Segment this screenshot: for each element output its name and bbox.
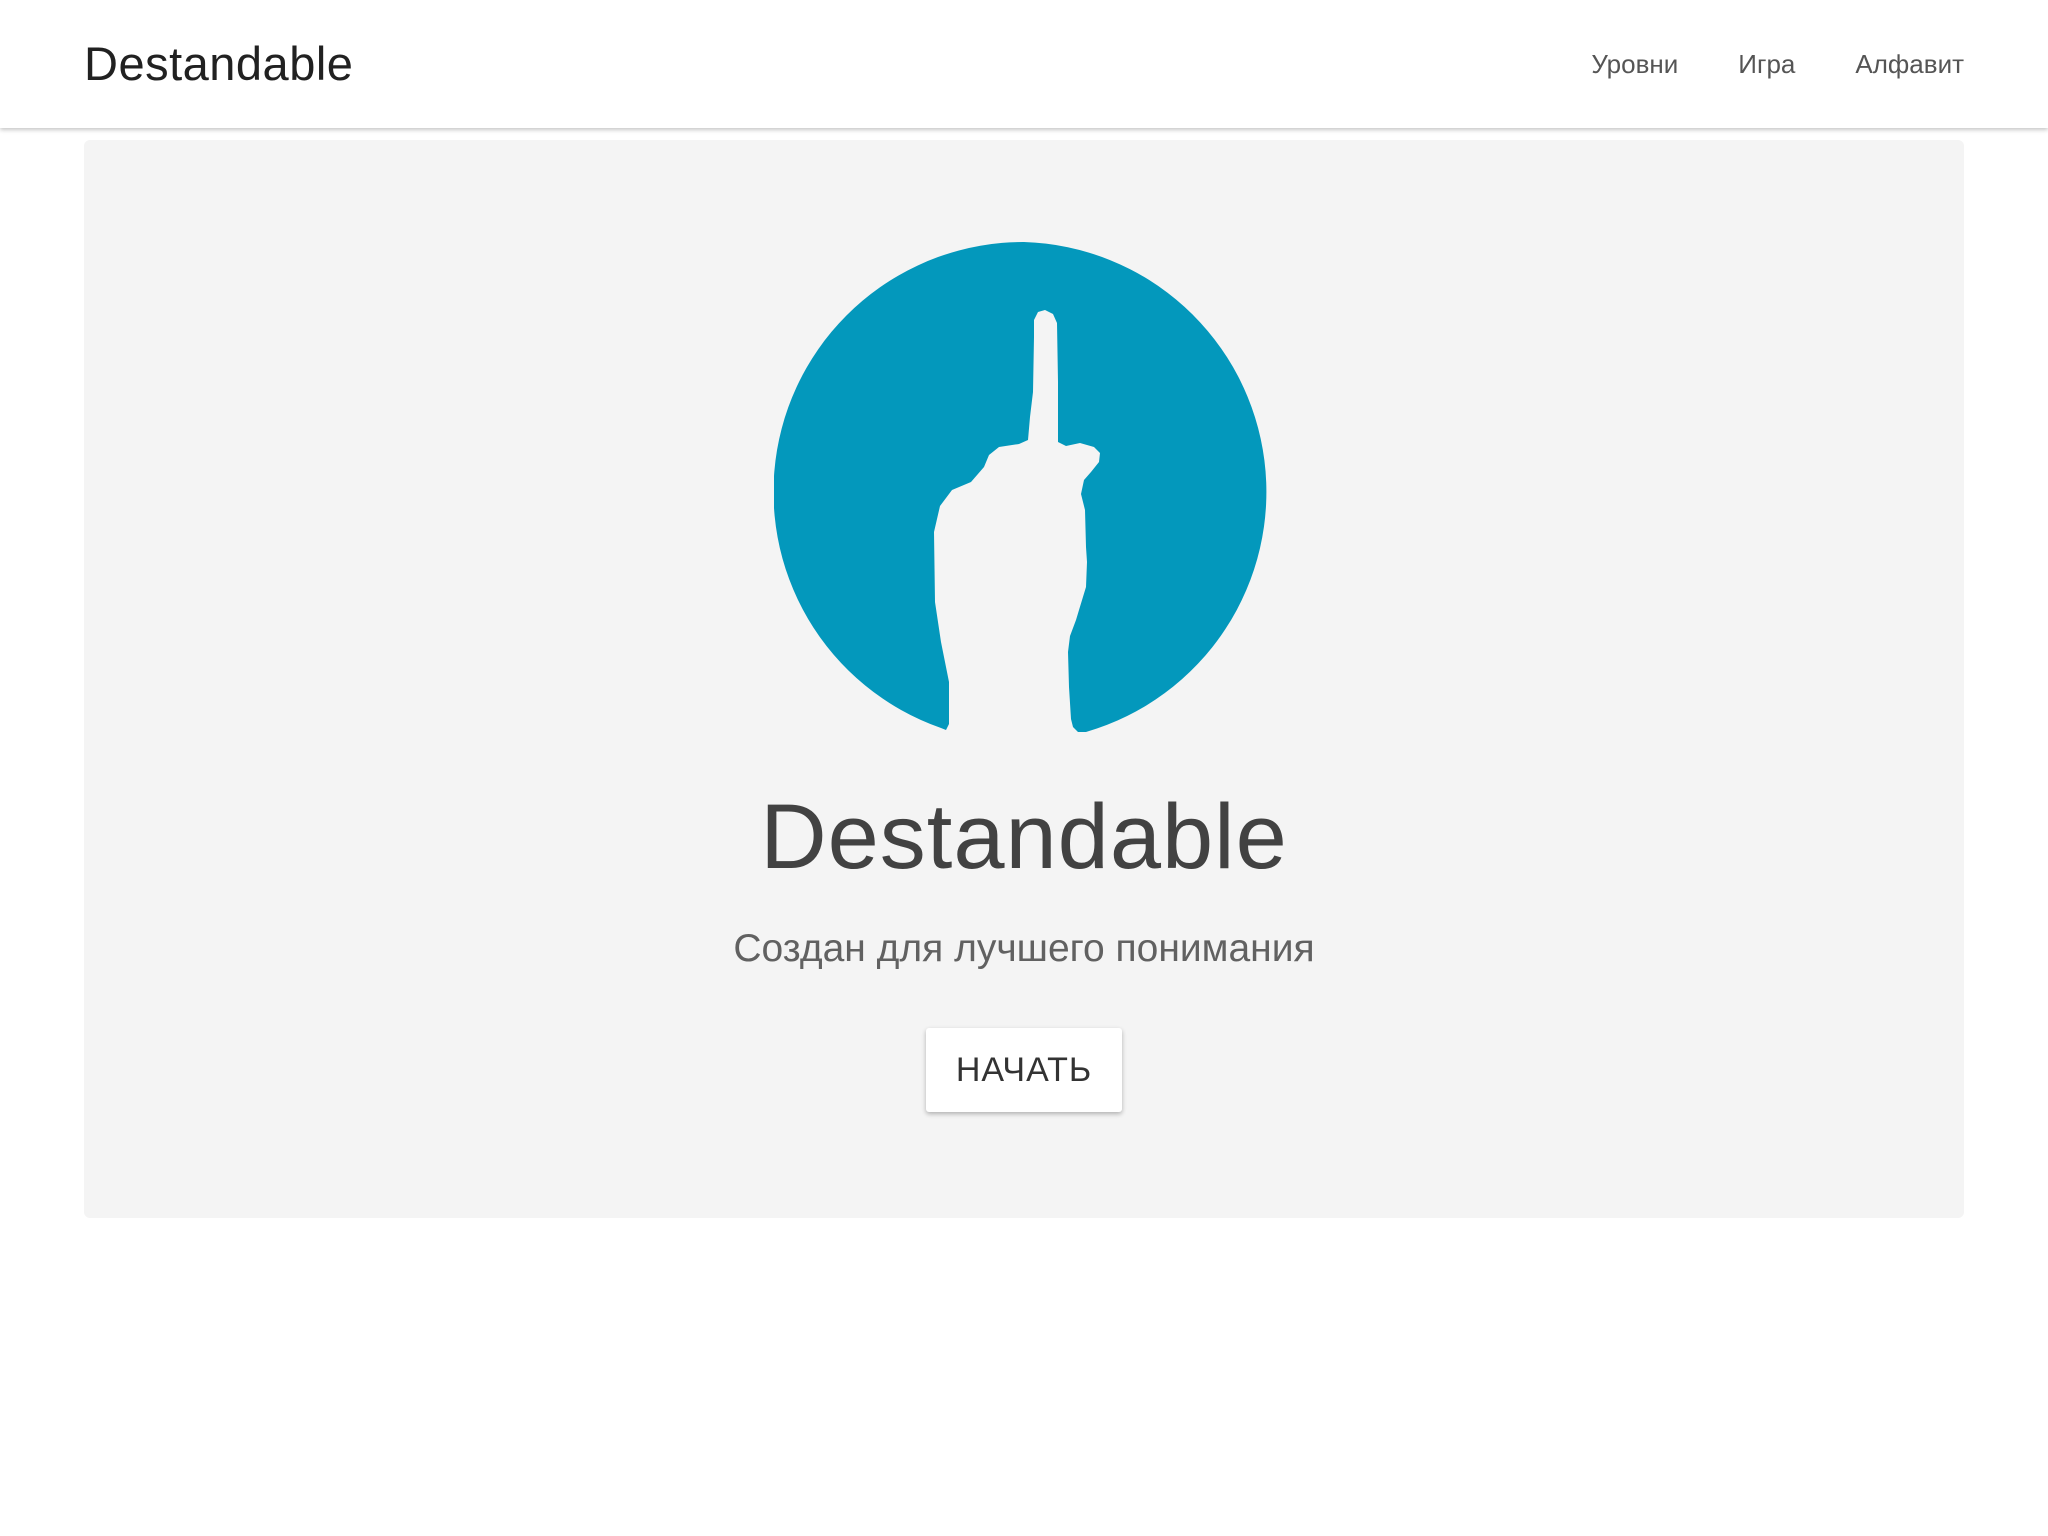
nav-link-game[interactable]: Игра (1738, 49, 1795, 80)
start-button[interactable]: НАЧАТЬ (926, 1028, 1122, 1112)
nav-link-alphabet[interactable]: Алфавит (1855, 49, 1964, 80)
top-navbar: Destandable Уровни Игра Алфавит (0, 0, 2048, 128)
hero-section: Destandable Создан для лучшего понимания… (84, 140, 1964, 1218)
raised-index-finger-hand-icon (774, 242, 1274, 742)
nav-links: Уровни Игра Алфавит (1531, 0, 1964, 128)
hero-subtitle: Создан для лучшего понимания (733, 927, 1315, 970)
nav-link-levels[interactable]: Уровни (1591, 49, 1678, 80)
brand-link[interactable]: Destandable (84, 34, 353, 94)
hero-title: Destandable (760, 786, 1288, 888)
